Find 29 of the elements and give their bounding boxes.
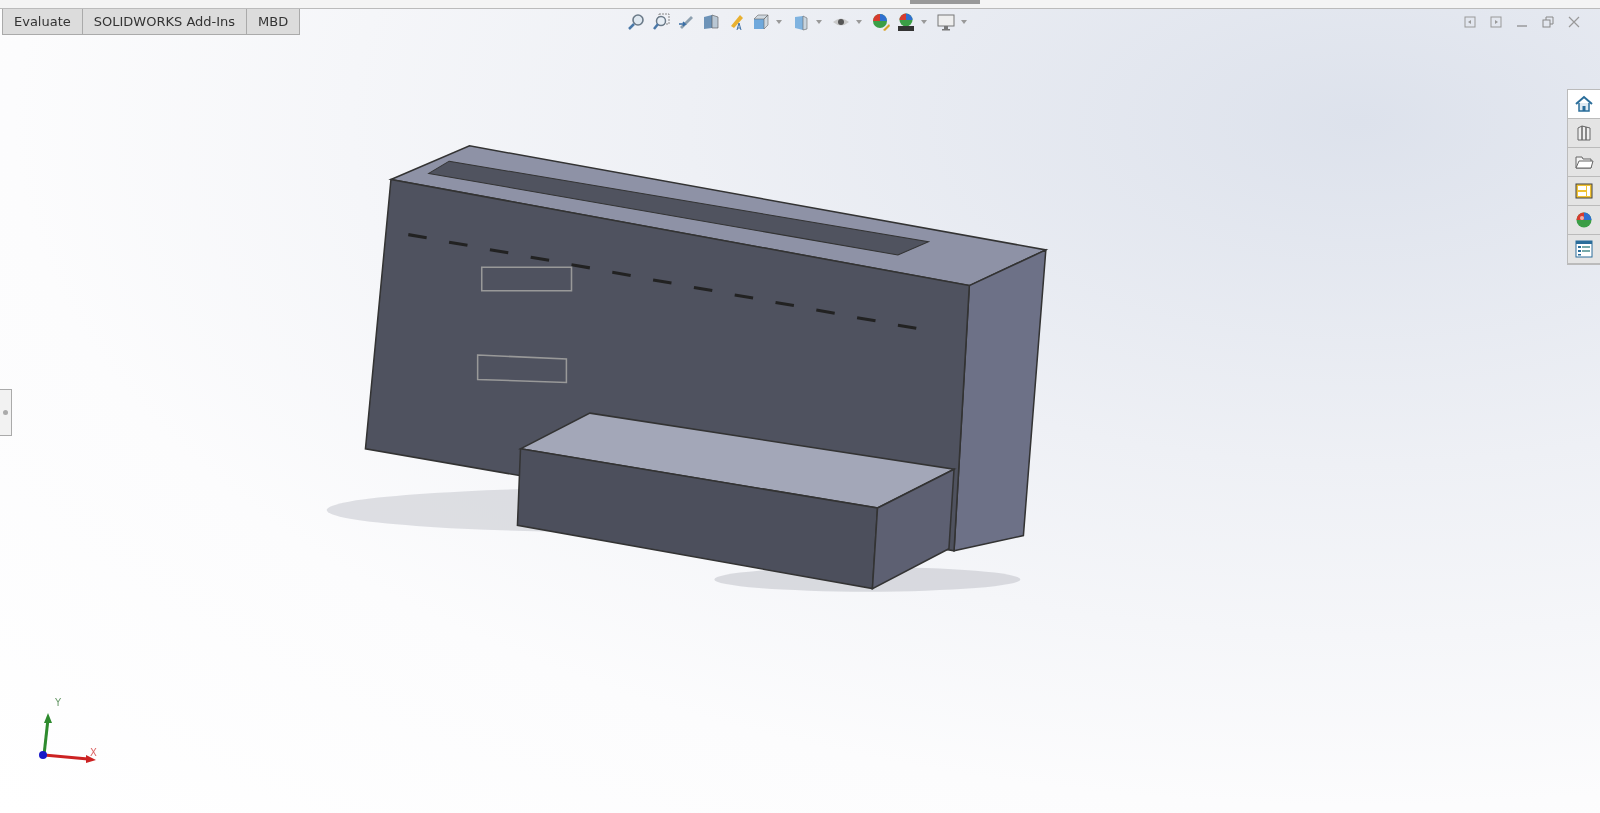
caret-icon[interactable]: [776, 20, 782, 24]
caret-icon[interactable]: [921, 20, 927, 24]
books-icon: [1574, 123, 1594, 143]
section-view-icon[interactable]: [701, 12, 721, 32]
caret-icon[interactable]: [856, 20, 862, 24]
ribbon-tab[interactable]: SOLIDWORKS Add-Ins: [81, 9, 248, 35]
y-axis-label: Y: [55, 697, 62, 708]
restore-icon[interactable]: [1542, 16, 1554, 28]
ribbon-tab[interactable]: MBD: [246, 9, 301, 35]
ribbon-tab[interactable]: Evaluate: [2, 9, 83, 35]
caret-icon[interactable]: [816, 20, 822, 24]
zoom-area-icon[interactable]: [651, 12, 671, 32]
layout-panel-icon: [1574, 181, 1594, 201]
color-ball-pencil-icon[interactable]: [871, 12, 891, 32]
list-icon: [1574, 239, 1594, 259]
task-pane-tab[interactable]: [1568, 90, 1600, 119]
panel-handle[interactable]: [0, 389, 12, 436]
caret-icon[interactable]: [961, 20, 967, 24]
cube-orientation-icon[interactable]: [751, 12, 771, 32]
magnifier-icon[interactable]: [626, 12, 646, 32]
color-ball-icon: [1574, 210, 1594, 230]
panel-left-icon[interactable]: [1464, 16, 1476, 28]
close-icon[interactable]: [1568, 16, 1580, 28]
home-icon: [1574, 94, 1594, 114]
panel-right-icon[interactable]: [1490, 16, 1502, 28]
x-axis-label: X: [90, 747, 97, 758]
ribbon-edge: [910, 0, 980, 4]
color-ball-scene-icon[interactable]: [896, 12, 916, 32]
monitor-icon[interactable]: [936, 12, 956, 32]
